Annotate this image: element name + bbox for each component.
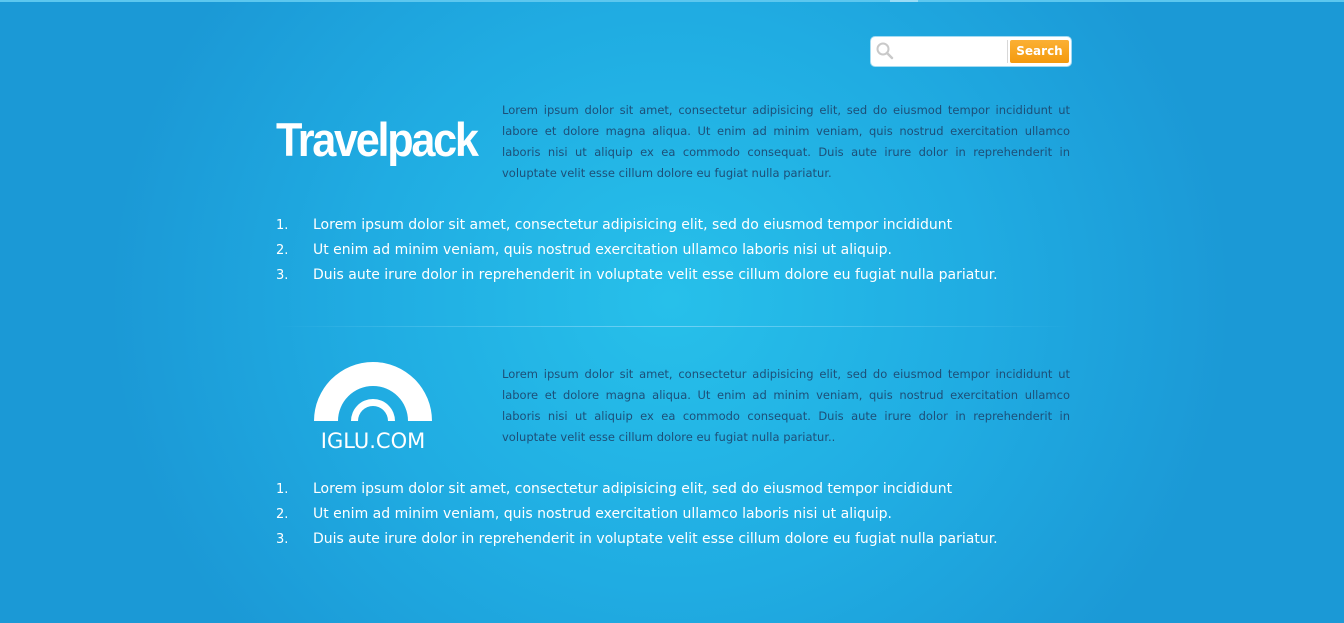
list-item: 1. Lorem ipsum dolor sit amet, consectet… — [276, 477, 1076, 502]
partner-feature-list: 1. Lorem ipsum dolor sit amet, consectet… — [276, 477, 1076, 552]
search-button[interactable]: Search — [1010, 40, 1069, 63]
search-icon — [875, 41, 895, 61]
partner-feature-list: 1. Lorem ipsum dolor sit amet, consectet… — [276, 213, 1076, 288]
list-item-number: 3. — [276, 268, 289, 283]
iglu-dome-icon — [314, 362, 432, 421]
list-item-number: 2. — [276, 507, 289, 522]
list-item: 2. Ut enim ad minim veniam, quis nostrud… — [276, 238, 1076, 263]
list-item: 3. Duis aute irure dolor in reprehenderi… — [276, 527, 1076, 552]
travelpack-logo[interactable]: Travelpack — [276, 113, 479, 167]
partner-description: Lorem ipsum dolor sit amet, consectetur … — [502, 367, 1070, 444]
list-item-number: 1. — [276, 218, 289, 233]
list-item-number: 2. — [276, 243, 289, 258]
list-item-text: Ut enim ad minim veniam, quis nostrud ex… — [313, 242, 892, 258]
list-item-text: Ut enim ad minim veniam, quis nostrud ex… — [313, 506, 892, 522]
list-item: 3. Duis aute irure dolor in reprehenderi… — [276, 263, 1076, 288]
list-item-number: 1. — [276, 482, 289, 497]
search-box: Search — [871, 37, 1071, 66]
list-item-text: Lorem ipsum dolor sit amet, consectetur … — [313, 481, 953, 497]
list-item-text: Lorem ipsum dolor sit amet, consectetur … — [313, 217, 953, 233]
search-divider — [1007, 40, 1008, 63]
top-border-notch — [890, 0, 918, 2]
top-border — [0, 0, 1344, 2]
list-item-number: 3. — [276, 532, 289, 547]
section-divider — [276, 326, 1071, 327]
search-input[interactable] — [897, 40, 1005, 63]
list-item-text: Duis aute irure dolor in reprehenderit i… — [313, 531, 998, 547]
iglu-logo-text: IGLU.COM — [320, 429, 426, 453]
iglu-logo[interactable]: IGLU.COM — [306, 360, 440, 460]
partner-description: Lorem ipsum dolor sit amet, consectetur … — [502, 103, 1070, 180]
list-item-text: Duis aute irure dolor in reprehenderit i… — [313, 267, 998, 283]
list-item: 1. Lorem ipsum dolor sit amet, consectet… — [276, 213, 1076, 238]
list-item: 2. Ut enim ad minim veniam, quis nostrud… — [276, 502, 1076, 527]
